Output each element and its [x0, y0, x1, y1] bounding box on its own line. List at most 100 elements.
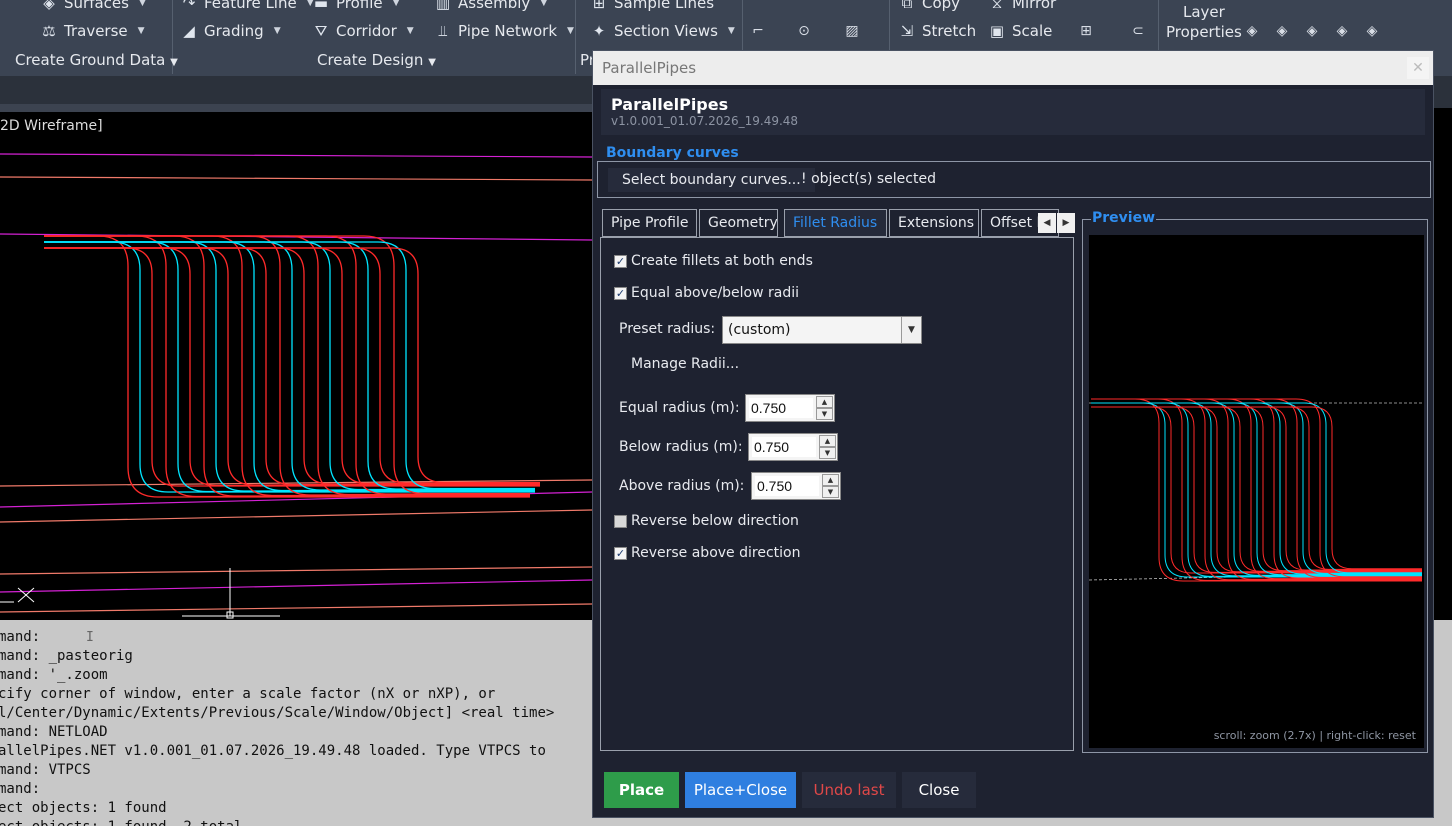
viewport-top-border [0, 104, 600, 112]
assembly-button[interactable]: ▥ Assembly ▼ [434, 0, 547, 12]
reverse-above-checkbox[interactable]: ✓ [614, 546, 627, 560]
manage-radii-button[interactable]: Manage Radii... [631, 356, 739, 372]
stretch-button[interactable]: ⇲ Stretch [898, 22, 976, 40]
layer-properties-button[interactable]: Layer Properties [1166, 2, 1242, 42]
select-boundary-curves-button[interactable]: Select boundary curves... [608, 168, 815, 192]
stepper-up-icon[interactable]: ▲ [816, 396, 833, 408]
copy-button[interactable]: ⧉ Copy [898, 0, 960, 12]
sample-lines-icon: ⊞ [592, 0, 606, 12]
preview-legend: Preview [1091, 210, 1157, 226]
below-radius-input[interactable] [752, 437, 816, 457]
create-fillets-checkbox[interactable]: ✓ [614, 254, 627, 268]
stepper-up-icon[interactable]: ▲ [822, 474, 839, 486]
chevron-down-icon: ▼ [406, 26, 414, 36]
ribbon-separator [575, 0, 576, 74]
chevron-down-icon[interactable]: ▼ [901, 317, 921, 343]
scale-icon: ▣ [989, 22, 1005, 40]
above-radius-stepper[interactable]: ▲ ▼ [751, 472, 841, 500]
stretch-icon: ⇲ [900, 22, 914, 40]
drawing-viewport[interactable]: 2D Wireframe] [0, 112, 592, 620]
dialog-window-title: ParallelPipes [602, 59, 697, 77]
pipe-network-button[interactable]: ⫫ Pipe Network ▼ [434, 22, 574, 40]
layer-icon[interactable]: ◈ [1242, 22, 1262, 40]
undo-last-button[interactable]: Undo last [802, 772, 896, 808]
layer-icon[interactable]: ◈ [1302, 22, 1322, 40]
dialog-header: ParallelPipes v1.0.001_01.07.2026_19.49.… [601, 89, 1425, 135]
profile-button[interactable]: ▬ Profile ▼ [312, 0, 400, 12]
layer-icon[interactable]: ◈ [1362, 22, 1382, 40]
offset-icon[interactable]: ⊂ [1128, 22, 1148, 40]
reverse-above-option[interactable]: ✓ Reverse above direction [614, 545, 800, 561]
pipe-network-icon: ⫫ [438, 22, 448, 40]
close-button[interactable]: Close [902, 772, 976, 808]
surfaces-button[interactable]: ◈ Surfaces ▼ [40, 0, 146, 12]
above-radius-label: Above radius (m): [619, 478, 745, 494]
stepper-down-icon[interactable]: ▼ [819, 447, 836, 459]
traverse-button[interactable]: ⚖ Traverse ▼ [40, 22, 144, 40]
preset-radius-select[interactable]: (custom) ▼ [722, 316, 922, 344]
text-cursor-icon: I [86, 630, 94, 645]
circle-icon[interactable]: ⊙ [794, 22, 814, 40]
layer-lock-icon[interactable]: ◈ [1332, 22, 1352, 40]
section-views-button[interactable]: ✦ Section Views ▼ [590, 22, 735, 40]
preview-pipe-cyan [1091, 402, 1422, 576]
place-button[interactable]: Place [604, 772, 679, 808]
equal-radii-checkbox[interactable]: ✓ [614, 286, 627, 300]
close-icon[interactable]: ✕ [1407, 57, 1429, 79]
tab-pipe-profile[interactable]: Pipe Profile [602, 209, 697, 237]
reverse-below-option[interactable]: ✓ Reverse below direction [614, 513, 799, 529]
corridor-button[interactable]: ⛛ Corridor ▼ [312, 22, 414, 40]
equal-radii-option[interactable]: ✓ Equal above/below radii [614, 285, 799, 301]
stepper-down-icon[interactable]: ▼ [822, 486, 839, 498]
chevron-down-icon: ▼ [138, 0, 146, 8]
stepper-up-icon[interactable]: ▲ [819, 435, 836, 447]
sample-lines-button[interactable]: ⊞ Sample Lines [590, 0, 714, 12]
tab-scroll-right-icon[interactable]: ▶ [1057, 213, 1075, 233]
equal-radius-stepper[interactable]: ▲ ▼ [745, 394, 835, 422]
alignment-line [0, 566, 592, 575]
pipe-outline-red [44, 235, 530, 498]
corridor-icon: ⛛ [314, 22, 328, 40]
place-close-button[interactable]: Place+Close [685, 772, 796, 808]
chevron-down-icon: ▼ [428, 57, 436, 68]
group-create-design[interactable]: Create Design ▼ [317, 51, 436, 69]
above-radius-input[interactable] [755, 476, 819, 496]
tab-scroll-left-icon[interactable]: ◀ [1038, 213, 1056, 233]
pipe-outline-red [44, 235, 530, 497]
alignment-line [0, 579, 592, 593]
group-create-ground-data[interactable]: Create Ground Data ▼ [15, 51, 178, 69]
equal-radius-input[interactable] [749, 398, 813, 418]
pipe-centerline-cyan [44, 241, 535, 490]
mirror-icon: ⧖ [991, 0, 1003, 12]
pipe-centerline-cyan [44, 241, 535, 493]
polyline-icon[interactable]: ⌐ [748, 22, 768, 40]
layer-icon[interactable]: ◈ [1272, 22, 1292, 40]
tab-extensions[interactable]: Extensions [889, 209, 979, 237]
preview-hint: scroll: zoom (2.7x) | right-click: reset [1213, 729, 1416, 742]
drawing-canvas [0, 153, 592, 619]
dialog-titlebar[interactable]: ParallelPipes [593, 51, 1433, 85]
tab-geometry[interactable]: Geometry [699, 209, 778, 237]
preview-drawing [1089, 398, 1424, 582]
preview-canvas[interactable]: scroll: zoom (2.7x) | right-click: reset [1089, 235, 1424, 748]
chevron-down-icon: ▼ [273, 26, 281, 36]
scale-button[interactable]: ▣ Scale [988, 22, 1052, 40]
mirror-button[interactable]: ⧖ Mirror [988, 0, 1056, 12]
array-icon[interactable]: ⊞ [1076, 22, 1096, 40]
hatch-icon[interactable]: ▨ [842, 22, 862, 40]
traverse-icon: ⚖ [42, 22, 56, 40]
create-fillets-option[interactable]: ✓ Create fillets at both ends [614, 253, 813, 269]
feature-line-button[interactable]: ↷ Feature Line ▼ [180, 0, 314, 12]
tab-fillet-radius[interactable]: Fillet Radius [784, 209, 887, 237]
assembly-icon: ▥ [435, 0, 451, 12]
dialog-version: v1.0.001_01.07.2026_19.49.48 [611, 114, 799, 128]
pipe-centerline-cyan [44, 241, 535, 492]
below-radius-stepper[interactable]: ▲ ▼ [748, 433, 838, 461]
profile-icon: ▬ [313, 0, 329, 12]
below-radius-label: Below radius (m): [619, 439, 743, 455]
grading-icon: ◢ [183, 22, 195, 40]
reverse-below-checkbox[interactable]: ✓ [614, 514, 627, 528]
stepper-down-icon[interactable]: ▼ [816, 408, 833, 420]
grading-button[interactable]: ◢ Grading ▼ [180, 22, 281, 40]
boundary-curves-legend: Boundary curves [605, 145, 740, 161]
